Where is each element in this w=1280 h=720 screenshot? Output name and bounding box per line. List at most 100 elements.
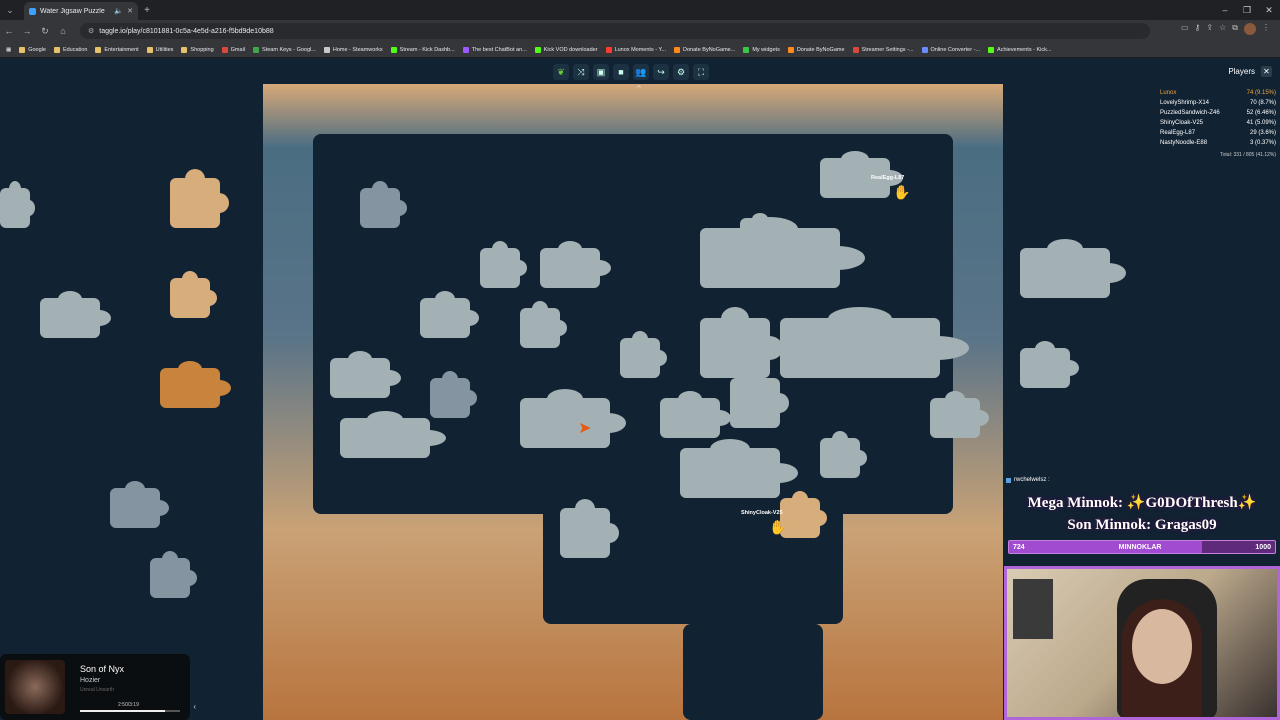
bookmark-label: Utilities <box>155 46 174 53</box>
tab-close-icon[interactable]: ✕ <box>127 7 133 15</box>
tab-audio-icon[interactable]: 🔈 <box>114 7 123 15</box>
collapse-toolbar-icon[interactable]: ⌃ <box>633 84 645 96</box>
bookmark-item[interactable]: My widgets <box>743 46 780 53</box>
fullscreen-icon[interactable]: ⛶ <box>693 64 709 80</box>
url-input[interactable]: ⚙ taggle.io/play/c8101881-0c5a-4e5d-a216… <box>80 23 1150 39</box>
forward-icon[interactable]: → <box>18 26 36 36</box>
puzzle-piece[interactable] <box>620 330 668 378</box>
bookmark-item[interactable]: Kick VOD downloader <box>534 46 598 53</box>
puzzle-piece[interactable] <box>1020 239 1127 298</box>
puzzle-piece[interactable] <box>560 499 619 558</box>
puzzle-toolbar: ❦ ⤨ ▣ ■ 👥 ↪ ⚙ ⛶ <box>553 64 709 80</box>
bookmark-favicon-icon <box>323 46 330 53</box>
webcam-background-board <box>1013 579 1053 639</box>
bookmark-label: Education <box>62 46 88 53</box>
puzzle-piece[interactable] <box>110 480 169 528</box>
puzzle-piece[interactable] <box>660 390 731 438</box>
new-tab-button[interactable]: + <box>138 5 156 16</box>
puzzle-piece[interactable] <box>170 169 229 228</box>
tab-favicon-icon <box>29 7 36 15</box>
puzzle-piece[interactable] <box>520 300 568 348</box>
bookmark-item[interactable]: Achievements - Kick... <box>988 46 1051 53</box>
bookmark-item[interactable]: Entertainment <box>95 46 139 53</box>
close-window-icon[interactable]: ✕ <box>1258 0 1280 20</box>
player-hand-cursor-icon: ✋ <box>769 519 787 535</box>
tab-search-icon[interactable]: ⌄ <box>0 0 20 20</box>
shuffle-icon[interactable]: ⤨ <box>573 64 589 80</box>
background-color-icon[interactable]: ■ <box>613 64 629 80</box>
players-icon[interactable]: 👥 <box>633 64 649 80</box>
puzzle-piece[interactable] <box>730 369 789 428</box>
settings-gear-icon[interactable]: ⚙ <box>673 64 689 80</box>
profile-avatar[interactable] <box>1244 23 1256 35</box>
bookmark-favicon-icon <box>921 46 928 53</box>
bookmark-item[interactable]: Online Converter -... <box>921 46 980 53</box>
player-cursor-label: ShinyCloak-V25 <box>741 510 783 516</box>
site-info-icon[interactable]: ⚙ <box>88 27 94 35</box>
extensions-icon[interactable]: ⧉ <box>1232 23 1238 35</box>
puzzle-piece[interactable] <box>420 290 479 338</box>
maximize-icon[interactable]: ❐ <box>1236 0 1258 20</box>
chat-username: rwchelwelsz : <box>1014 477 1050 483</box>
bookmark-item[interactable]: The best ChatBot an... <box>462 46 527 53</box>
reload-icon[interactable]: ↻ <box>36 26 54 37</box>
bookmark-item[interactable]: Stream - Kick Dashb... <box>390 46 455 53</box>
puzzle-piece[interactable] <box>360 180 408 228</box>
puzzle-piece[interactable] <box>930 390 989 438</box>
bookmark-item[interactable]: Steam Keys - Googl... <box>253 46 316 53</box>
puzzle-piece[interactable] <box>780 307 969 378</box>
puzzle-piece[interactable] <box>40 290 111 338</box>
player-hand-cursor-icon: ✋ <box>893 184 911 200</box>
bookmark-item[interactable]: Donate ByNoGame... <box>674 46 735 53</box>
bookmark-label: Kick VOD downloader <box>543 46 598 53</box>
bookmark-item[interactable]: Lunox Moments - Y... <box>605 46 666 53</box>
puzzle-piece[interactable] <box>480 240 528 288</box>
bookmark-label: Streamer Settings -... <box>861 46 914 53</box>
players-list: Lunox 74 (9.15%) LovelyShrimp-X14 70 (8.7%)… <box>1160 88 1276 160</box>
url-text: taggle.io/play/c8101881-0c5a-4e5d-a216-f… <box>99 27 274 35</box>
puzzle-piece[interactable] <box>170 270 218 318</box>
puzzle-piece[interactable] <box>430 370 478 418</box>
hint-leaf-icon[interactable]: ❦ <box>553 64 569 80</box>
close-players-icon[interactable]: ✕ <box>1261 66 1272 77</box>
browser-tab[interactable]: Water Jigsaw Puzzle 🔈 ✕ <box>24 2 138 20</box>
puzzle-piece[interactable] <box>680 439 798 498</box>
share-link-icon[interactable]: ↪ <box>653 64 669 80</box>
puzzle-piece[interactable] <box>330 350 401 398</box>
bookmark-item[interactable]: Utilities <box>146 46 174 53</box>
player-row: ShinyCloak-V25 41 (5.09%) <box>1160 118 1276 128</box>
puzzle-piece[interactable] <box>700 307 783 378</box>
collapse-widget-icon[interactable]: ‹ <box>193 702 196 711</box>
puzzle-piece[interactable] <box>540 240 611 288</box>
bookmark-favicon-icon <box>787 46 794 53</box>
share-icon[interactable]: ⇪ <box>1206 23 1213 35</box>
bookmark-favicon-icon <box>852 46 859 53</box>
bookmark-item[interactable]: Donate ByNoGame <box>787 46 845 53</box>
home-icon[interactable]: ⌂ <box>54 26 72 36</box>
bookmark-item[interactable]: Education <box>53 46 88 53</box>
bookmark-item[interactable]: Home - Steamworks <box>323 46 383 53</box>
player-row: NastyNoodle-E88 3 (0.37%) <box>1160 138 1276 148</box>
puzzle-piece[interactable] <box>340 410 447 458</box>
puzzle-piece[interactable] <box>740 212 788 248</box>
chrome-menu-icon[interactable]: ⋮ <box>1262 23 1270 35</box>
puzzle-piece[interactable] <box>0 180 36 228</box>
puzzle-piece[interactable] <box>150 550 198 598</box>
bookmark-star-icon[interactable]: ☆ <box>1219 23 1226 35</box>
bookmark-item[interactable]: Google <box>19 46 46 53</box>
puzzle-piece[interactable] <box>520 389 627 448</box>
password-key-icon[interactable]: ⚷ <box>1195 23 1201 35</box>
bookmark-item[interactable]: Gmail <box>221 46 245 53</box>
apps-grid-icon[interactable]: ▦ <box>6 47 11 53</box>
bookmark-item[interactable]: Streamer Settings -... <box>852 46 914 53</box>
puzzle-piece[interactable] <box>160 360 231 408</box>
minimize-icon[interactable]: – <box>1214 0 1236 20</box>
chat-badge-icon <box>1006 477 1011 483</box>
preview-image-icon[interactable]: ▣ <box>593 64 609 80</box>
puzzle-piece[interactable] <box>820 430 868 478</box>
puzzle-piece[interactable] <box>1020 340 1079 388</box>
bookmark-item[interactable]: Shopping <box>181 46 214 53</box>
back-icon[interactable]: ← <box>0 26 18 36</box>
player-name: ShinyCloak-V25 <box>1160 120 1204 126</box>
cast-icon[interactable]: ▭ <box>1181 23 1189 35</box>
